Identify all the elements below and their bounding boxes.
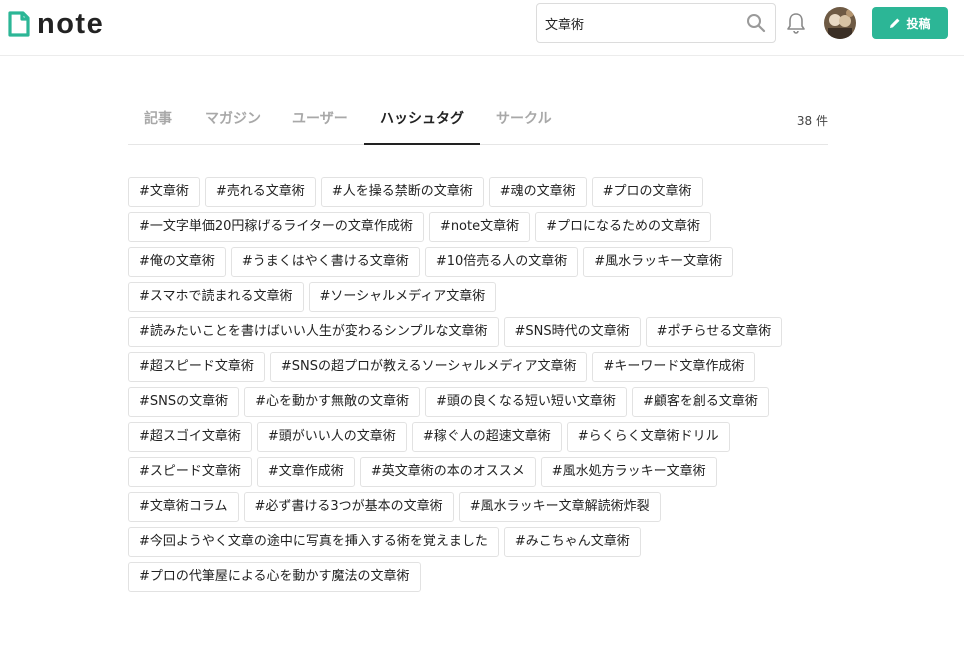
hashtag-chip[interactable]: #文章作成術 — [256, 457, 355, 487]
hashtag-chip[interactable]: #読みたいことを書けばいい人生が変わるシンプルな文章術 — [128, 317, 499, 347]
hashtag-row: #プロの代筆屋による心を動かす魔法の文章術 — [128, 562, 838, 597]
hashtag-list: #文章術 #売れる文章術 #人を操る禁断の文章術 #魂の文章術 #プロの文章術 #一文字単… — [128, 177, 838, 597]
hashtag-chip[interactable]: #文章術 — [128, 177, 200, 207]
hashtag-chip[interactable]: #超スピード文章術 — [128, 352, 265, 382]
tab-hashtags[interactable]: ハッシュタグ — [364, 100, 480, 145]
result-count: 38 件 — [796, 114, 828, 128]
hashtag-chip[interactable]: #心を動かす無敵の文章術 — [244, 387, 421, 417]
hashtag-chip[interactable]: #note文章術 — [428, 212, 531, 242]
hashtag-chip[interactable]: #頭がいい人の文章術 — [256, 422, 407, 452]
hashtag-chip[interactable]: #スピード文章術 — [128, 457, 252, 487]
hashtag-chip[interactable]: #SNSの文章術 — [128, 387, 240, 417]
hashtag-chip[interactable]: #プロになるための文章術 — [535, 212, 712, 242]
search-tabs: 記事 マガジン ユーザー ハッシュタグ サークル 38 件 — [128, 100, 828, 145]
tab-users[interactable]: ユーザー — [276, 100, 364, 145]
hashtag-chip[interactable]: #一文字単価20円稼げるライターの文章作成術 — [128, 212, 424, 242]
hashtag-chip[interactable]: #プロの文章術 — [591, 177, 703, 207]
hashtag-row: #今回ようやく文章の途中に写真を挿入する術を覚えました #みこちゃん文章術 — [128, 527, 838, 562]
hashtag-row: #SNSの文章術 #心を動かす無敵の文章術 #頭の良くなる短い短い文章術 #顧客を創る… — [128, 387, 838, 422]
hashtag-row: #文章術コラム #必ず書ける3つが基本の文章術 #風水ラッキー文章解読術炸裂 — [128, 492, 838, 527]
hashtag-row: #俺の文章術 #うまくはやく書ける文章術 #10倍売る人の文章術 #風水ラッキー文章術 — [128, 247, 838, 282]
hashtag-chip[interactable]: #頭の良くなる短い短い文章術 — [425, 387, 627, 417]
hashtag-chip[interactable]: #人を操る禁断の文章術 — [320, 177, 484, 207]
hashtag-chip[interactable]: #スマホで読まれる文章術 — [128, 282, 304, 312]
hashtag-chip[interactable]: #SNS時代の文章術 — [503, 317, 641, 347]
hashtag-chip[interactable]: #キーワード文章作成術 — [592, 352, 756, 382]
hashtag-chip[interactable]: #英文章術の本のオススメ — [359, 457, 536, 487]
header: note 投稿 — [0, 0, 964, 56]
bell-icon[interactable] — [786, 12, 806, 34]
hashtag-chip[interactable]: #風水ラッキー文章術 — [583, 247, 734, 277]
hashtag-chip[interactable]: #ポチらせる文章術 — [645, 317, 783, 347]
hashtag-chip[interactable]: #売れる文章術 — [204, 177, 316, 207]
hashtag-chip[interactable]: #SNSの超プロが教えるソーシャルメディア文章術 — [269, 352, 588, 382]
hashtag-chip[interactable]: #俺の文章術 — [128, 247, 226, 277]
logo[interactable]: note — [8, 9, 104, 39]
note-logo-icon — [8, 11, 30, 37]
hashtag-chip[interactable]: #うまくはやく書ける文章術 — [230, 247, 420, 277]
logo-text: note — [37, 8, 105, 40]
avatar-image — [824, 7, 856, 39]
hashtag-row: #スピード文章術 #文章作成術 #英文章術の本のオススメ #風水処方ラッキー文章術 — [128, 457, 838, 492]
hashtag-chip[interactable]: #みこちゃん文章術 — [503, 527, 641, 557]
hashtag-row: #一文字単価20円稼げるライターの文章作成術 #note文章術 #プロになるための文… — [128, 212, 838, 247]
hashtag-chip[interactable]: #必ず書ける3つが基本の文章術 — [243, 492, 454, 522]
hashtag-chip[interactable]: #文章術コラム — [128, 492, 239, 522]
post-button-label: 投稿 — [906, 16, 931, 31]
hashtag-row: #超スゴイ文章術 #頭がいい人の文章術 #稼ぐ人の超速文章術 #らくらく文章術ドリル — [128, 422, 838, 457]
hashtag-chip[interactable]: #顧客を創る文章術 — [631, 387, 769, 417]
search-input[interactable] — [545, 4, 741, 42]
hashtag-chip[interactable]: #魂の文章術 — [488, 177, 587, 207]
hashtag-row: #スマホで読まれる文章術 #ソーシャルメディア文章術 — [128, 282, 838, 317]
tab-circles[interactable]: サークル — [480, 100, 568, 145]
hashtag-chip[interactable]: #稼ぐ人の超速文章術 — [411, 422, 562, 452]
hashtag-row: #文章術 #売れる文章術 #人を操る禁断の文章術 #魂の文章術 #プロの文章術 — [128, 177, 838, 212]
search-icon[interactable] — [746, 13, 766, 33]
pencil-icon — [890, 18, 900, 28]
tab-articles[interactable]: 記事 — [128, 100, 188, 145]
hashtag-chip[interactable]: #らくらく文章術ドリル — [566, 422, 730, 452]
post-button[interactable]: 投稿 — [872, 7, 948, 39]
hashtag-row: #超スピード文章術 #SNSの超プロが教えるソーシャルメディア文章術 #キーワード文… — [128, 352, 838, 387]
hashtag-chip[interactable]: #風水ラッキー文章解読術炸裂 — [458, 492, 661, 522]
hashtag-row: #読みたいことを書けばいい人生が変わるシンプルな文章術 #SNS時代の文章術 #ポチ… — [128, 317, 838, 352]
hashtag-chip[interactable]: #プロの代筆屋による心を動かす魔法の文章術 — [128, 562, 421, 592]
hashtag-chip[interactable]: #風水処方ラッキー文章術 — [540, 457, 717, 487]
hashtag-chip[interactable]: #超スゴイ文章術 — [128, 422, 252, 452]
hashtag-chip[interactable]: #10倍売る人の文章術 — [424, 247, 579, 277]
hashtag-chip[interactable]: #今回ようやく文章の途中に写真を挿入する術を覚えました — [128, 527, 499, 557]
avatar[interactable] — [824, 7, 856, 39]
hashtag-chip[interactable]: #ソーシャルメディア文章術 — [308, 282, 497, 312]
tab-magazines[interactable]: マガジン — [189, 100, 277, 145]
search-box[interactable] — [536, 3, 776, 43]
